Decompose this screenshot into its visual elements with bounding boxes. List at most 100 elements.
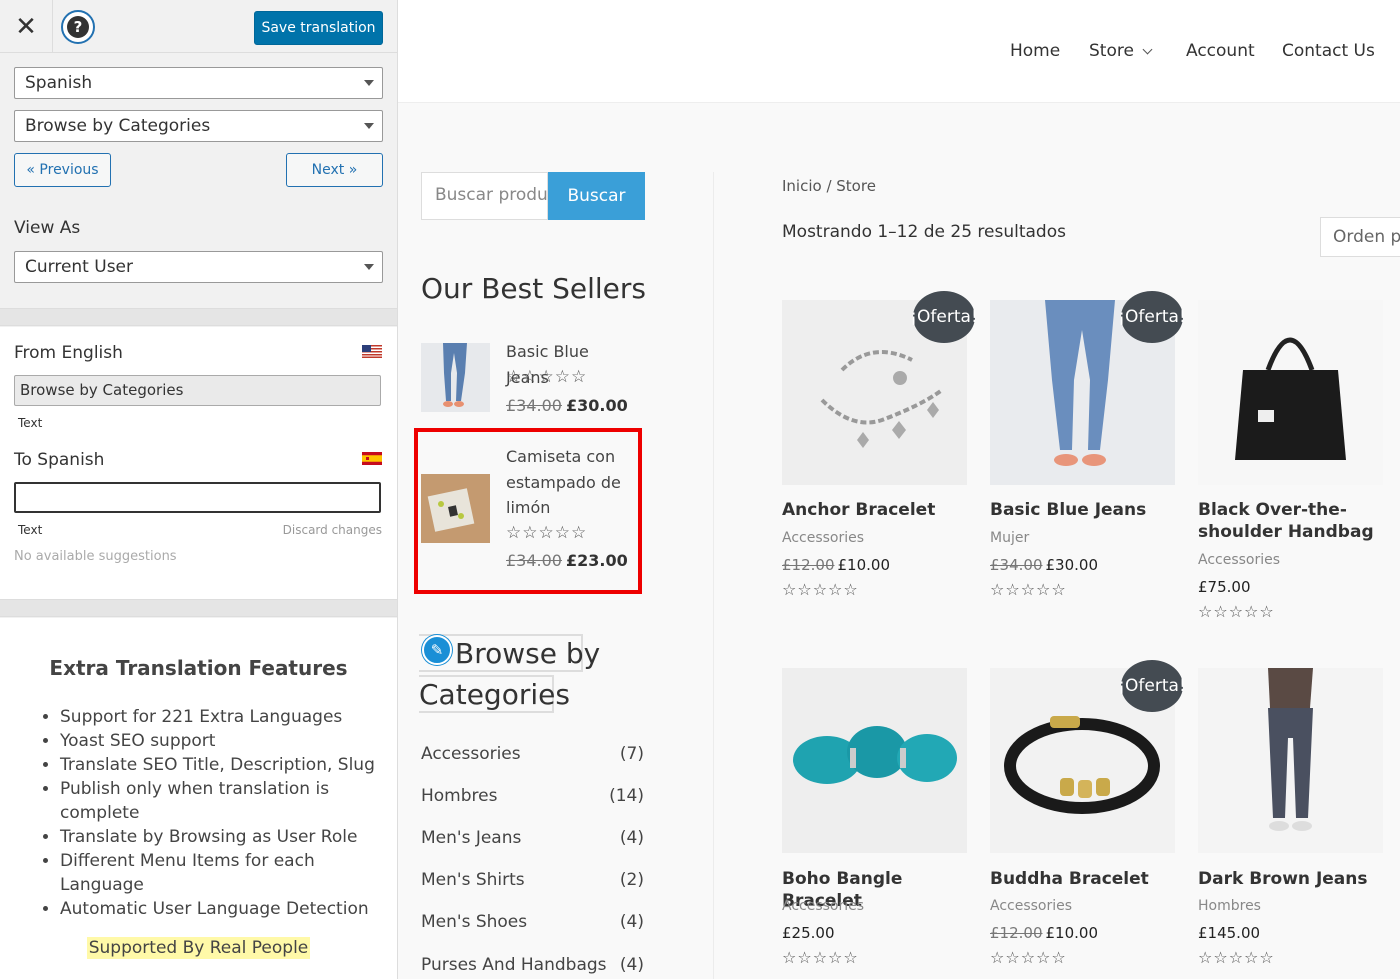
chevron-down-icon — [1142, 44, 1153, 55]
real-people-banner: Supported By Real People — [0, 937, 397, 959]
category-item[interactable]: Men's Jeans (4) — [421, 828, 644, 848]
string-select[interactable]: Browse by Categories — [14, 110, 383, 142]
save-translation-button[interactable]: Save translation — [254, 11, 383, 45]
category-name: Hombres — [421, 786, 498, 806]
star-rating: ☆☆☆☆☆ — [990, 580, 1067, 599]
sale-badge: ¡Oferta! — [910, 291, 978, 343]
section-separator — [0, 308, 397, 326]
help-button[interactable]: ? — [61, 10, 95, 44]
star-rating: ☆☆☆☆☆ — [990, 948, 1067, 967]
language-select-value: Spanish — [25, 73, 93, 93]
jeans-image — [421, 343, 490, 412]
category-item[interactable]: Accessories (7) — [421, 744, 644, 764]
highlight-box — [414, 428, 642, 594]
from-english-textarea: Browse by Categories — [14, 375, 381, 406]
from-label: From English — [14, 343, 123, 363]
category-name: Purses And Handbags — [421, 955, 607, 975]
list-item: Translate SEO Title, Description, Slug — [60, 753, 378, 777]
category-item[interactable]: Men's Shoes (4) — [421, 912, 644, 932]
sale-price: £10.00 — [837, 556, 891, 574]
next-button[interactable]: Next » — [286, 153, 383, 187]
to-spanish-textarea[interactable] — [14, 482, 381, 513]
categories-title-line: Categories — [419, 675, 570, 713]
search-button[interactable]: Buscar — [548, 172, 645, 220]
previous-button[interactable]: « Previous — [14, 153, 111, 187]
star-rating: ☆☆☆☆☆ — [1198, 948, 1275, 967]
panel-toolbar: ✕ ? Save translation — [0, 0, 397, 53]
category-item[interactable]: Purses And Handbags (4) — [421, 955, 644, 975]
extra-features-list: Support for 221 Extra Languages Yoast SE… — [38, 705, 378, 921]
language-select[interactable]: Spanish — [14, 67, 383, 99]
product-category: Accessories — [782, 898, 865, 914]
nav-store-label: Store — [1089, 41, 1134, 61]
product-image[interactable] — [1198, 300, 1383, 485]
star-rating: ☆☆☆☆☆ — [782, 580, 859, 599]
best-seller-thumb[interactable] — [421, 343, 490, 412]
nav-contact[interactable]: Contact Us — [1282, 41, 1375, 61]
breadcrumb[interactable]: Inicio / Store — [782, 177, 876, 195]
string-select-value: Browse by Categories — [25, 116, 211, 136]
dark-jeans-image — [1198, 668, 1383, 853]
chevron-down-icon — [364, 264, 374, 270]
sale-price: £25.00 — [782, 924, 835, 942]
product-image[interactable] — [782, 668, 967, 853]
product-name[interactable]: Black Over-the-shoulder Handbag — [1198, 499, 1378, 543]
real-people-text: Supported By Real People — [86, 937, 311, 959]
best-seller-price: £34.00 £30.00 — [506, 396, 628, 415]
product-name[interactable]: Dark Brown Jeans — [1198, 868, 1378, 890]
sidebar-divider — [713, 172, 714, 979]
sale-price: £10.00 — [1045, 924, 1099, 942]
product-category: Accessories — [1198, 552, 1281, 568]
product-category: Accessories — [990, 898, 1073, 914]
sale-badge: ¡Oferta! — [1118, 660, 1186, 712]
nav-account[interactable]: Account — [1186, 41, 1255, 61]
product-name[interactable]: Basic Blue Jeans — [990, 499, 1170, 521]
best-sellers-title: Our Best Sellers — [421, 272, 646, 305]
star-rating: ☆☆☆☆☆ — [1198, 602, 1275, 621]
us-flag-icon — [362, 345, 382, 358]
view-as-value: Current User — [25, 257, 134, 277]
category-item[interactable]: Men's Shirts (2) — [421, 870, 644, 890]
star-rating: ☆☆☆☆☆ — [506, 367, 588, 387]
product-name[interactable]: Anchor Bracelet — [782, 499, 962, 521]
section-separator — [0, 599, 397, 617]
product-image[interactable] — [1198, 668, 1383, 853]
suggestions-text: No available suggestions — [14, 549, 177, 564]
old-price: £12.00 — [990, 924, 1043, 942]
view-as-select[interactable]: Current User — [14, 251, 383, 283]
product-category: Accessories — [782, 530, 865, 546]
category-count: (7) — [619, 744, 644, 764]
handbag-image — [1198, 300, 1383, 485]
translation-panel: ✕ ? Save translation Spanish Browse by C… — [0, 0, 398, 979]
product-category: Hombres — [1198, 898, 1261, 914]
sale-price: £75.00 — [1198, 578, 1251, 596]
category-name: Men's Shirts — [421, 870, 525, 890]
category-item[interactable]: Hombres (14) — [421, 786, 644, 806]
discard-changes-link[interactable]: Discard changes — [283, 523, 382, 537]
category-count: (14) — [609, 786, 644, 806]
product-price: £75.00 — [1198, 578, 1251, 596]
old-price: £34.00 — [990, 556, 1043, 574]
nav-home[interactable]: Home — [1010, 41, 1060, 61]
site-header: Home Store Account Contact Us — [398, 0, 1400, 103]
product-price: £34.00 £30.00 — [990, 556, 1098, 574]
category-name: Men's Jeans — [421, 828, 522, 848]
edit-pencil-icon[interactable]: ✎ — [422, 635, 452, 665]
close-icon[interactable]: ✕ — [0, 0, 53, 53]
search-input[interactable]: Buscar productos… — [421, 172, 548, 220]
nav-store[interactable]: Store — [1089, 41, 1153, 61]
category-count: (4) — [619, 912, 644, 932]
product-price: £12.00 £10.00 — [990, 924, 1098, 942]
result-count: Mostrando 1–12 de 25 resultados — [782, 222, 1066, 242]
list-item: Translate by Browsing as User Role — [60, 825, 378, 849]
list-item: Automatic User Language Detection — [60, 897, 378, 921]
orderby-select[interactable]: Orden por defecto — [1320, 217, 1400, 257]
product-name[interactable]: Buddha Bracelet — [990, 868, 1170, 890]
star-rating: ☆☆☆☆☆ — [782, 948, 859, 967]
help-icon: ? — [67, 16, 89, 38]
category-name: Accessories — [421, 744, 521, 764]
extra-features-title: Extra Translation Features — [49, 656, 348, 680]
list-item: Different Menu Items for each Language — [60, 849, 378, 897]
to-label: To Spanish — [14, 450, 105, 470]
product-category: Mujer — [990, 530, 1030, 546]
